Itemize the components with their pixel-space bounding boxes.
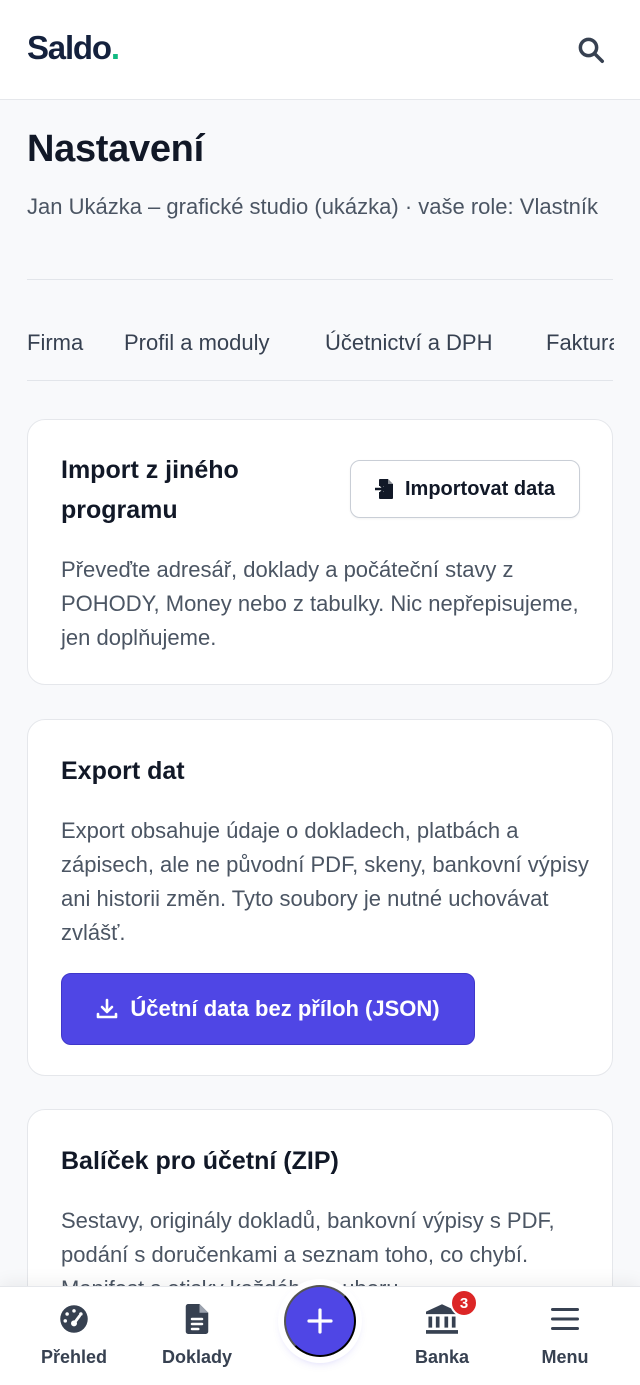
import-data-button[interactable]: Importovat data	[350, 460, 580, 518]
search-icon	[578, 37, 604, 63]
tab-firma[interactable]: Firma	[27, 330, 83, 356]
tab-profil-a-moduly[interactable]: Profil a moduly	[124, 330, 270, 356]
import-card-title: Import z jiného programu	[61, 456, 239, 524]
logo-text: Saldo	[27, 29, 112, 66]
hamburger-icon	[551, 1308, 579, 1330]
app-logo[interactable]: Saldo.	[27, 29, 120, 67]
export-json-button[interactable]: Účetní data bez příloh (JSON)	[61, 973, 475, 1045]
top-bar: Saldo.	[0, 0, 640, 100]
search-button[interactable]	[570, 30, 612, 70]
page-subtitle: Jan Ukázka – grafické studio (ukázka) · …	[27, 194, 599, 219]
tab-fakturace[interactable]: Fakturace	[546, 330, 614, 356]
gauge-icon	[60, 1305, 88, 1333]
export-card-title: Export dat	[61, 757, 185, 785]
nav-banka-label: Banka	[414, 1347, 470, 1367]
tabs-divider	[27, 380, 613, 381]
page-title: Nastavení	[27, 128, 204, 170]
import-card: Import z jiného programu Importovat data…	[27, 419, 613, 685]
file-import-icon	[374, 479, 393, 499]
tab-ucetnictvi-a-dph[interactable]: Účetnictví a DPH	[325, 330, 493, 356]
nav-banka[interactable]: 3 Banka	[387, 1289, 497, 1377]
nav-menu-label: Menu	[541, 1347, 589, 1367]
document-icon	[185, 1304, 209, 1334]
nav-prehled[interactable]: Přehled	[19, 1301, 129, 1377]
import-card-text: Převeďte adresář, doklady a počáteční st…	[61, 557, 579, 650]
zip-card-title: Balíček pro účetní (ZIP)	[61, 1147, 339, 1175]
nav-doklady[interactable]: Doklady	[142, 1301, 252, 1377]
settings-tabs: Firma Profil a moduly Účetnictví a DPH F…	[27, 318, 614, 370]
bank-notification-badge: 3	[450, 1289, 478, 1317]
nav-doklady-label: Doklady	[161, 1347, 233, 1367]
download-icon	[97, 998, 118, 1019]
import-data-button-label: Importovat data	[404, 477, 556, 500]
plus-icon	[307, 1308, 333, 1334]
nav-prehled-label: Přehled	[40, 1347, 108, 1367]
export-card-text: Export obsahuje údaje o dokladech, platb…	[61, 818, 589, 945]
logo-dot: .	[110, 29, 120, 66]
nav-menu[interactable]: Menu	[510, 1301, 620, 1377]
add-new-button[interactable]	[284, 1285, 356, 1357]
export-card: Export dat Export obsahuje údaje o dokla…	[27, 719, 613, 1076]
header-divider	[27, 279, 613, 280]
export-json-button-label: Účetní data bez příloh (JSON)	[130, 996, 440, 1021]
